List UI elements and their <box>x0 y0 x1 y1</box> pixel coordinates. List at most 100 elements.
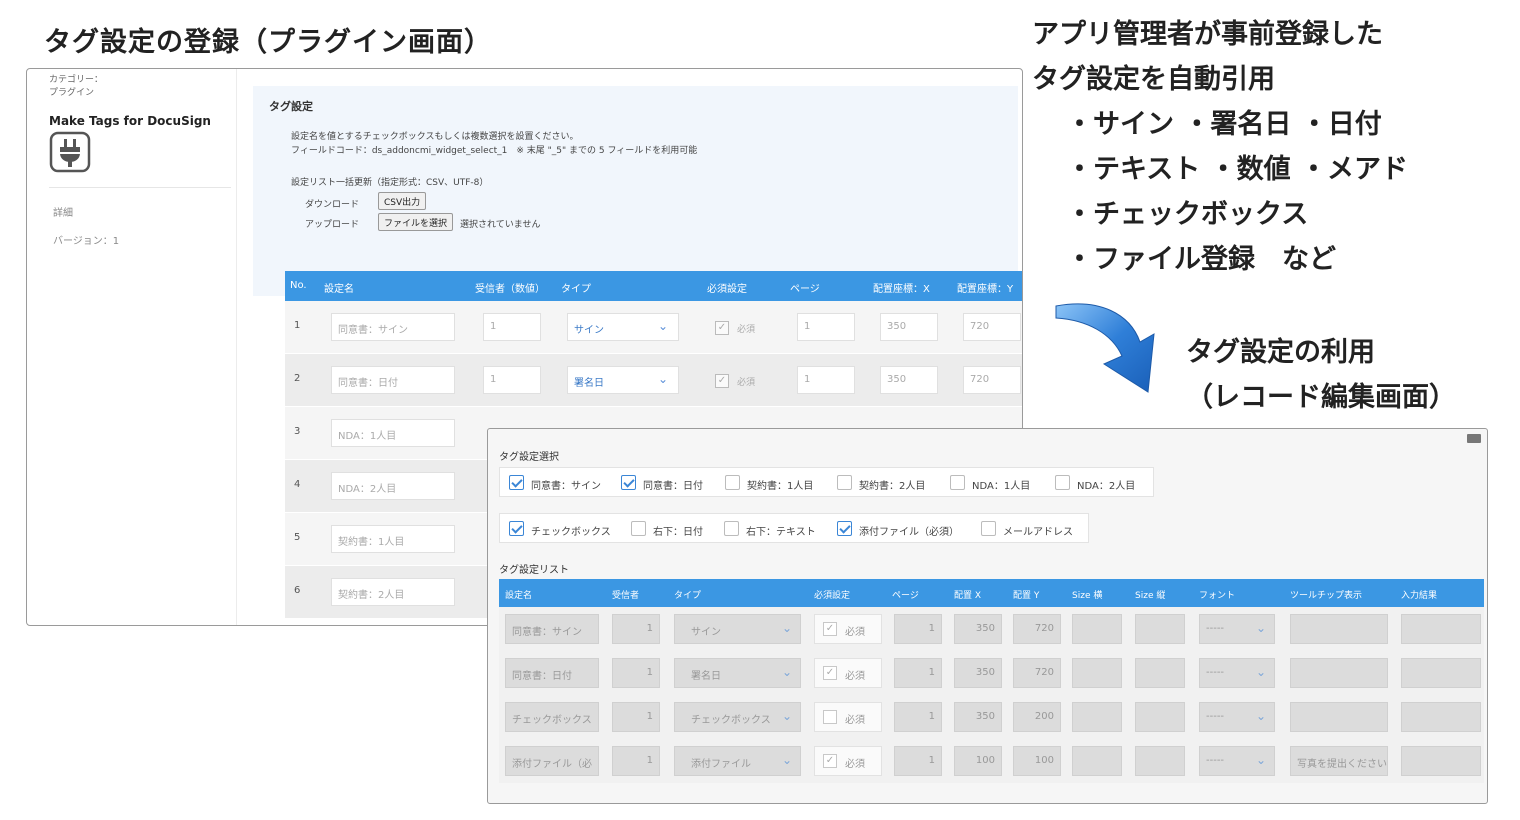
type-select[interactable]: サイン ⌄ <box>674 614 801 644</box>
y-input[interactable]: 720 <box>963 366 1021 394</box>
x-field[interactable]: 350 <box>954 658 1002 688</box>
detail-link[interactable]: 詳細 <box>53 204 73 219</box>
y-input[interactable]: 720 <box>963 313 1021 341</box>
col-result: 入力結果 <box>1401 591 1438 601</box>
checkbox[interactable] <box>509 521 524 536</box>
name-field[interactable]: 同意書：サイン <box>505 614 599 644</box>
checkbox[interactable] <box>981 521 996 536</box>
name-input[interactable]: NDA：1人目 <box>331 419 455 447</box>
x-field[interactable]: 350 <box>954 702 1002 732</box>
checkbox[interactable] <box>837 475 852 490</box>
checkbox[interactable] <box>724 521 739 536</box>
table-row: 2 同意書：日付 1 署名日 ⌄ ✓ 必須 1 350 720 <box>285 354 1022 407</box>
chevron-down-icon: ⌄ <box>781 621 792 635</box>
name-input[interactable]: 契約書：1人目 <box>331 525 455 553</box>
name-input[interactable]: 同意書：日付 <box>331 366 455 394</box>
required-checkbox[interactable]: ✓ <box>715 374 729 388</box>
page-input[interactable]: 1 <box>797 366 855 394</box>
required-label: 必須 <box>845 627 865 638</box>
size-h-field[interactable] <box>1135 702 1185 732</box>
size-w-field[interactable] <box>1072 746 1122 776</box>
name-input[interactable]: NDA：2人目 <box>331 472 455 500</box>
size-h-field[interactable] <box>1135 746 1185 776</box>
col-name: 設定名 <box>505 591 533 601</box>
name-field[interactable]: 添付ファイル（必 <box>505 746 599 776</box>
checkbox[interactable] <box>1055 475 1070 490</box>
page-field[interactable]: 1 <box>894 746 942 776</box>
y-field[interactable]: 720 <box>1013 614 1061 644</box>
row-number: 5 <box>294 532 301 543</box>
col-y: 配置座標：Y <box>957 284 1014 295</box>
recipient-field[interactable]: 1 <box>612 702 660 732</box>
col-x: 配置座標：X <box>873 284 930 295</box>
chevron-down-icon: ⌄ <box>1255 621 1266 635</box>
page-field[interactable]: 1 <box>894 702 942 732</box>
type-select[interactable]: 署名日 ⌄ <box>674 658 801 688</box>
col-recipient: 受信者（数値） <box>475 284 545 295</box>
font-select[interactable]: ----- ⌄ <box>1199 702 1275 732</box>
result-field[interactable] <box>1401 658 1481 688</box>
required-check: ✓ 必須 <box>814 746 882 776</box>
size-w-field[interactable] <box>1072 658 1122 688</box>
col-required: 必須設定 <box>707 284 747 295</box>
size-w-field[interactable] <box>1072 702 1122 732</box>
result-field[interactable] <box>1401 702 1481 732</box>
file-select-button[interactable]: ファイルを選択 <box>378 213 454 231</box>
tooltip-field[interactable] <box>1290 702 1388 732</box>
x-input[interactable]: 350 <box>880 366 938 394</box>
record-edit-window: タグ設定選択 同意書：サイン 同意書：日付 契約書：1人目 契約書：2人目 ND… <box>487 428 1488 804</box>
checkbox[interactable] <box>837 521 852 536</box>
recipient-field[interactable]: 1 <box>612 746 660 776</box>
tooltip-field[interactable] <box>1290 614 1388 644</box>
type-select[interactable]: 添付ファイル ⌄ <box>674 746 801 776</box>
tag-settings-panel: タグ設定 設定名を値とするチェックボックスもしくは複数選択を設置ください。 フィ… <box>253 86 1018 296</box>
tooltip-field[interactable] <box>1290 658 1388 688</box>
plugin-name: Make Tags for DocuSign <box>49 114 211 128</box>
size-w-field[interactable] <box>1072 614 1122 644</box>
col-x: 配置 X <box>954 591 982 601</box>
page-input[interactable]: 1 <box>797 313 855 341</box>
size-h-field[interactable] <box>1135 658 1185 688</box>
font-select[interactable]: ----- ⌄ <box>1199 746 1275 776</box>
recipient-field[interactable]: 1 <box>612 614 660 644</box>
y-field[interactable]: 100 <box>1013 746 1061 776</box>
name-input[interactable]: 契約書：2人目 <box>331 578 455 606</box>
recipient-field[interactable]: 1 <box>612 658 660 688</box>
col-y: 配置 Y <box>1013 591 1040 601</box>
recipient-input[interactable]: 1 <box>483 366 541 394</box>
type-select[interactable]: 署名日 ⌄ <box>567 366 679 394</box>
col-recipient: 受信者 <box>612 591 640 601</box>
x-input[interactable]: 350 <box>880 313 938 341</box>
checkbox-label: 添付ファイル（必須） <box>859 527 959 538</box>
x-field[interactable]: 350 <box>954 614 1002 644</box>
result-field[interactable] <box>1401 746 1481 776</box>
y-field[interactable]: 200 <box>1013 702 1061 732</box>
checkbox: ✓ <box>823 666 837 680</box>
name-field[interactable]: チェックボックス <box>505 702 599 732</box>
y-field[interactable]: 720 <box>1013 658 1061 688</box>
font-select[interactable]: ----- ⌄ <box>1199 658 1275 688</box>
csv-export-button[interactable]: CSV出力 <box>378 192 427 210</box>
checkbox-label: 契約書：2人目 <box>859 481 926 492</box>
tooltip-field[interactable]: 写真を提出ください <box>1290 746 1388 776</box>
checkbox[interactable] <box>725 475 740 490</box>
row-number: 4 <box>294 479 301 490</box>
x-field[interactable]: 100 <box>954 746 1002 776</box>
checkbox[interactable] <box>950 475 965 490</box>
checkbox[interactable] <box>631 521 646 536</box>
font-select[interactable]: ----- ⌄ <box>1199 614 1275 644</box>
page-field[interactable]: 1 <box>894 658 942 688</box>
name-field[interactable]: 同意書：日付 <box>505 658 599 688</box>
type-select[interactable]: サイン ⌄ <box>567 313 679 341</box>
checkbox[interactable] <box>621 475 636 490</box>
required-label: 必須 <box>845 671 865 682</box>
result-field[interactable] <box>1401 614 1481 644</box>
size-h-field[interactable] <box>1135 614 1185 644</box>
checkbox[interactable] <box>509 475 524 490</box>
page-field[interactable]: 1 <box>894 614 942 644</box>
name-input[interactable]: 同意書：サイン <box>331 313 455 341</box>
recipient-input[interactable]: 1 <box>483 313 541 341</box>
required-checkbox[interactable]: ✓ <box>715 321 729 335</box>
checkbox: ✓ <box>823 622 837 636</box>
type-select[interactable]: チェックボックス ⌄ <box>674 702 801 732</box>
